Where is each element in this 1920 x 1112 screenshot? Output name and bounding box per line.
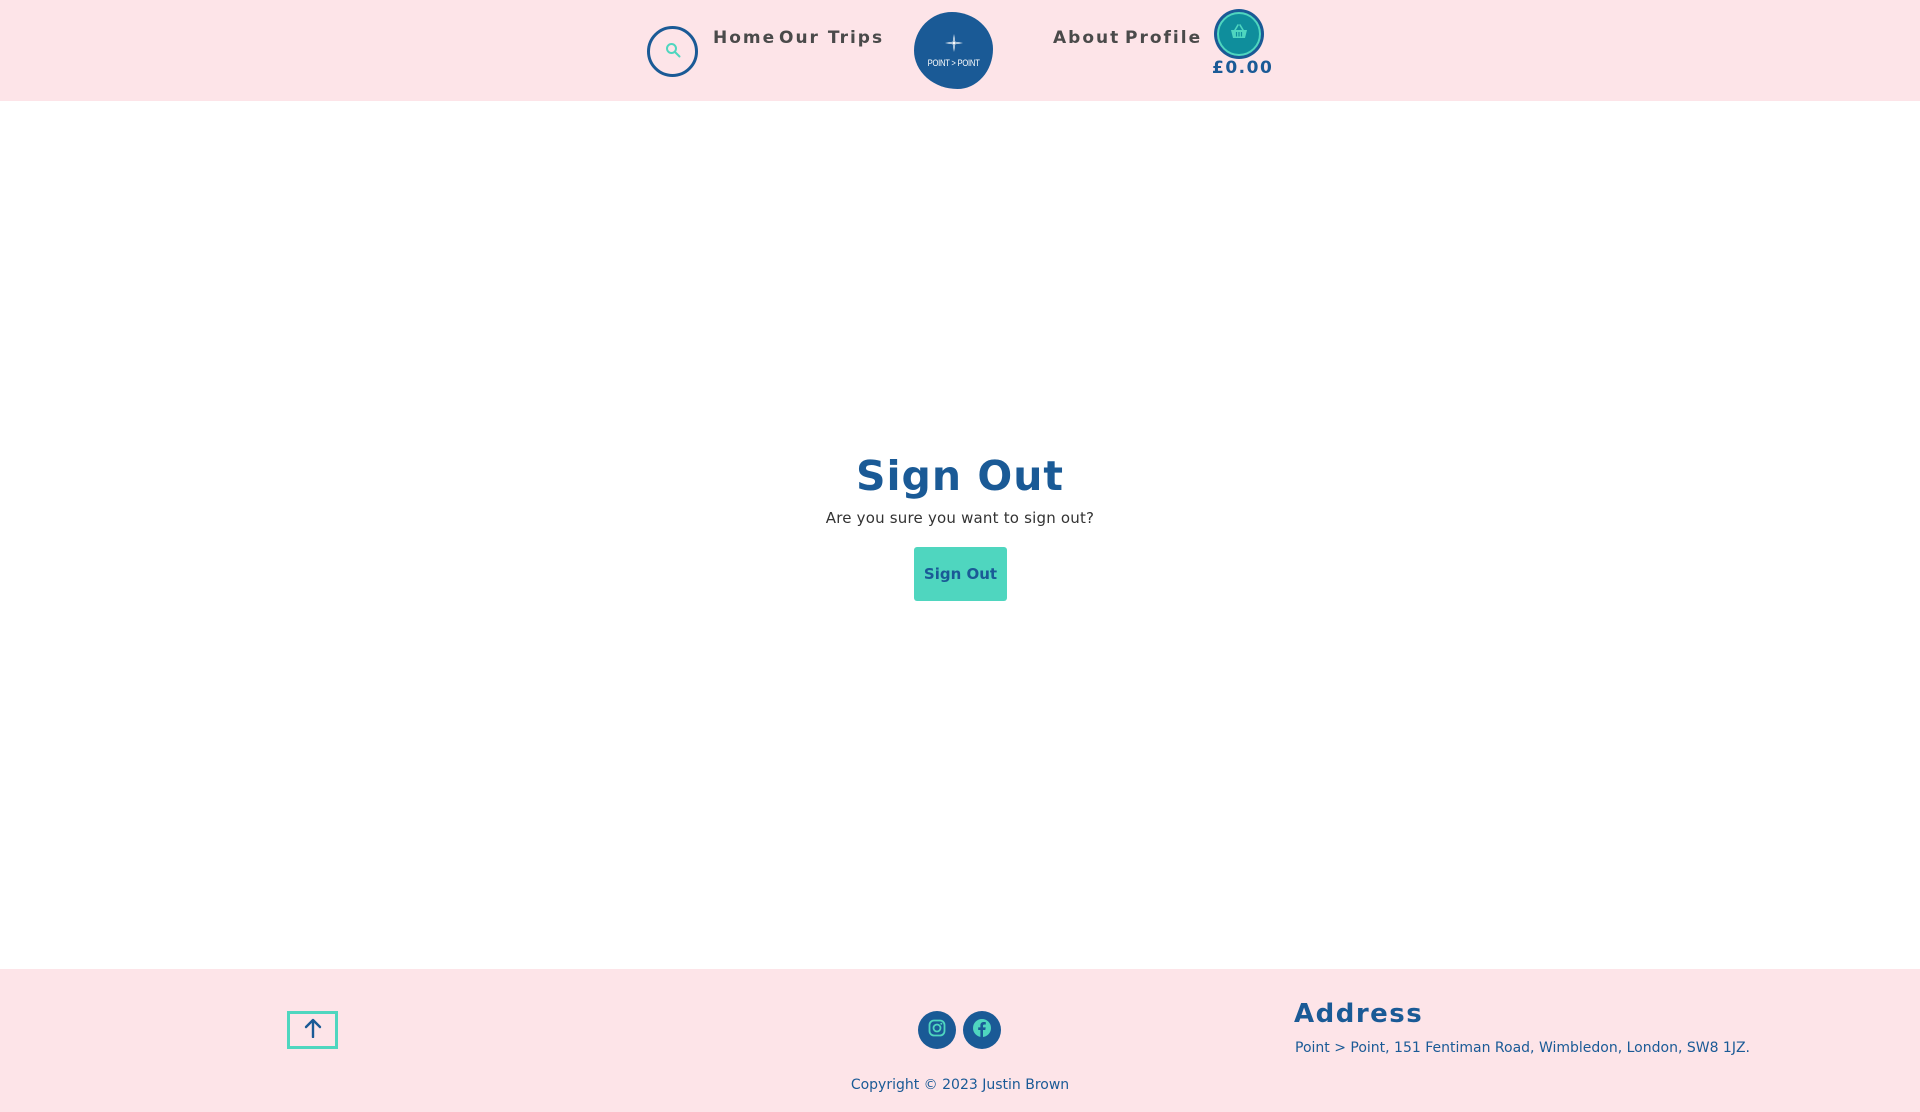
facebook-icon (972, 1018, 992, 1042)
basket-icon (1230, 24, 1248, 44)
address-text: Point > Point, 151 Fentiman Road, Wimble… (1295, 1040, 1751, 1056)
facebook-link[interactable] (963, 1011, 1001, 1049)
back-to-top-button[interactable] (287, 1011, 338, 1049)
nav-profile[interactable]: Profile (1125, 28, 1202, 48)
copyright: Copyright © 2023 Justin Brown (850, 1077, 1070, 1093)
arrow-up-icon (304, 1018, 322, 1042)
page-title: Sign Out (855, 452, 1065, 500)
sign-out-button[interactable]: Sign Out (914, 547, 1007, 601)
nav-home[interactable]: Home (713, 28, 776, 48)
search-button[interactable] (647, 26, 698, 77)
instagram-link[interactable] (918, 1011, 956, 1049)
site-footer: Address Point > Point, 151 Fentiman Road… (0, 969, 1920, 1112)
instagram-icon (928, 1019, 946, 1041)
logo-text: POINT > POINT (927, 57, 980, 68)
site-header: Home Our Trips POINT > POINT About Profi… (0, 0, 1920, 101)
cart-total[interactable]: £0.00 (1212, 58, 1273, 78)
compass-icon (944, 33, 963, 56)
nav-about[interactable]: About (1053, 28, 1120, 48)
cart-button[interactable] (1214, 9, 1264, 59)
nav-our-trips[interactable]: Our Trips (779, 28, 884, 48)
confirm-message: Are you sure you want to sign out? (825, 509, 1095, 527)
cart-button-inner (1217, 12, 1261, 56)
site-logo[interactable]: POINT > POINT (914, 12, 993, 89)
search-icon (665, 42, 681, 61)
address-title: Address (1294, 999, 1424, 1029)
